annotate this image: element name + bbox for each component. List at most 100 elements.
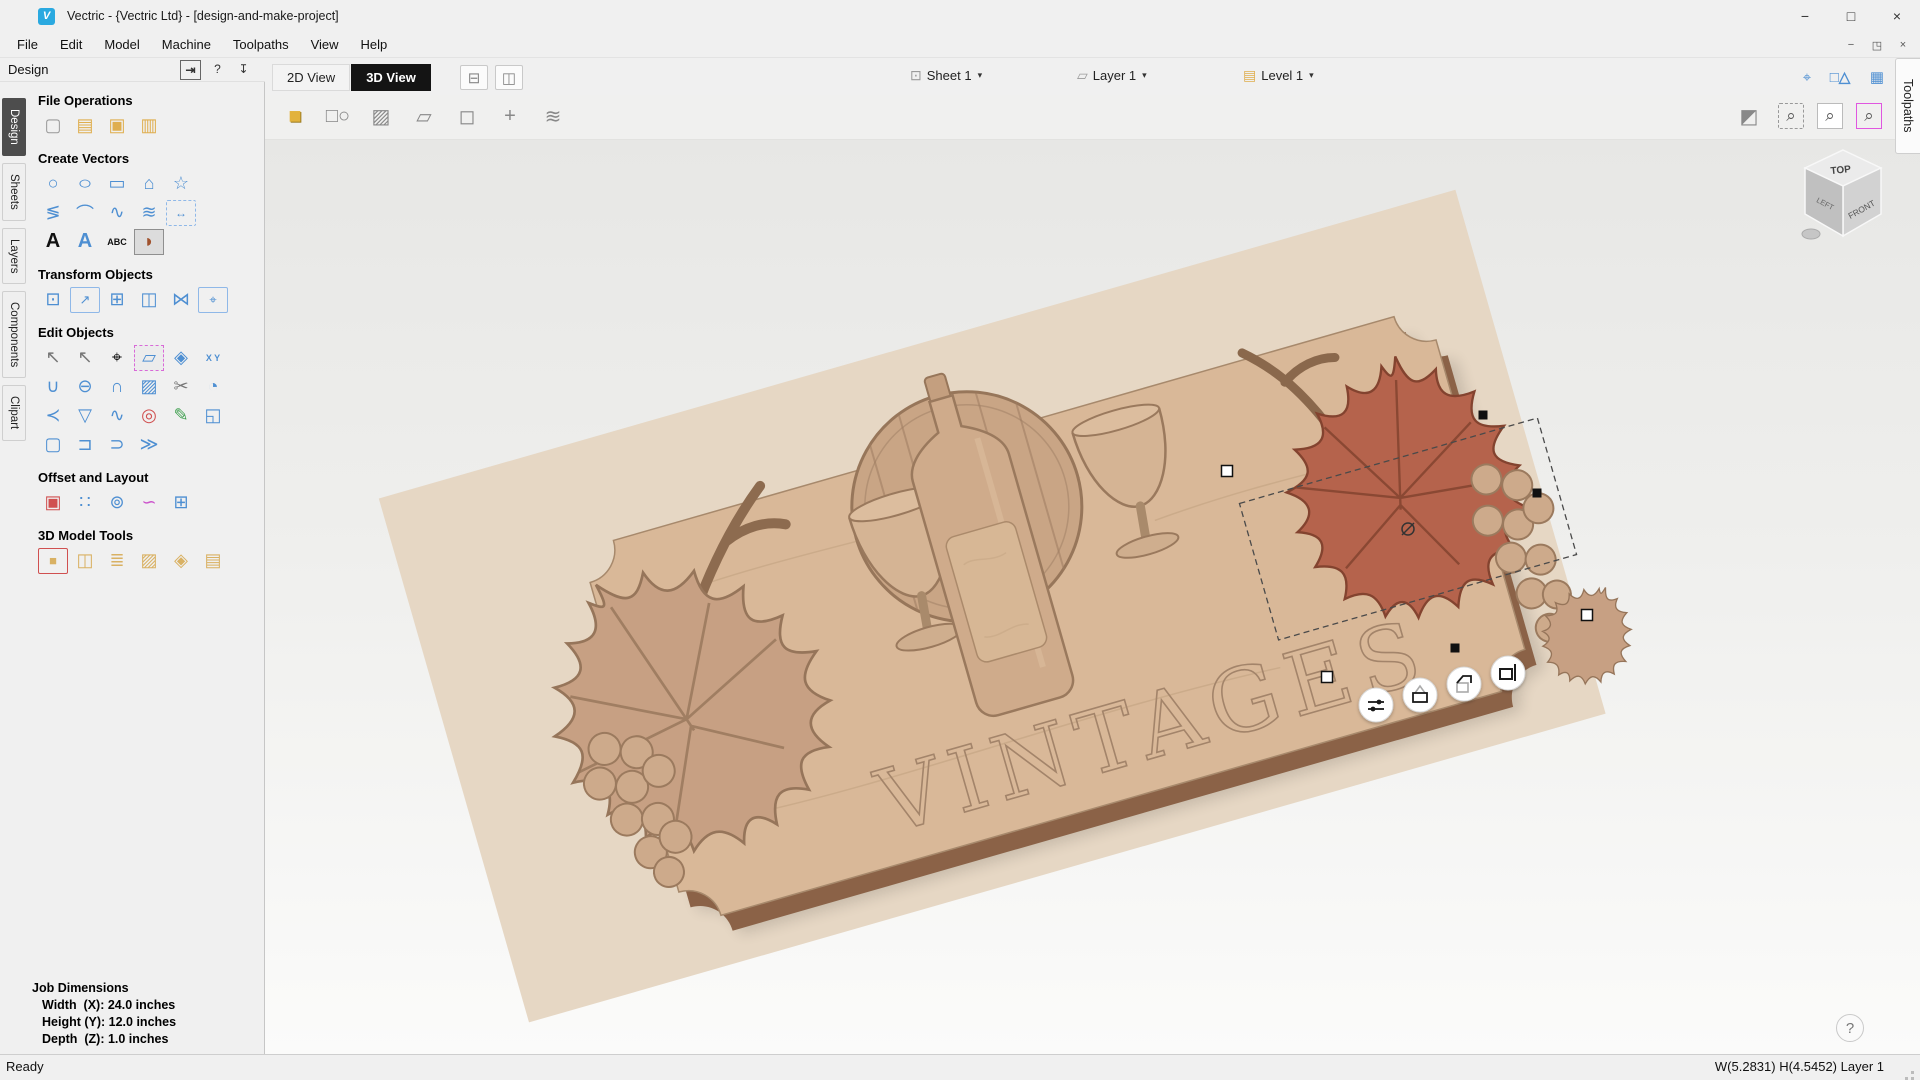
- 3d-viewport[interactable]: VINTAGES: [265, 140, 1920, 1054]
- mirror-icon[interactable]: ◫: [134, 287, 164, 313]
- mdi-restore-icon[interactable]: ◳: [1866, 32, 1888, 58]
- crop-bitmap-icon[interactable]: ◱: [198, 403, 228, 429]
- insert-node-icon[interactable]: ▽: [70, 403, 100, 429]
- menu-machine[interactable]: Machine: [151, 32, 222, 57]
- set-size-icon[interactable]: ↗: [70, 287, 100, 313]
- selection-handle[interactable]: [1451, 644, 1460, 653]
- move-selection-icon[interactable]: ⊡: [38, 287, 68, 313]
- help-button[interactable]: ?: [1836, 1014, 1864, 1042]
- box-select-icon[interactable]: ▱: [134, 345, 164, 371]
- selection-handle[interactable]: [1222, 466, 1233, 477]
- component-properties-button[interactable]: [1359, 688, 1393, 722]
- menu-file[interactable]: File: [6, 32, 49, 57]
- fillet-chevron-icon[interactable]: ≫: [134, 432, 164, 458]
- extract-model-icon[interactable]: ◈: [166, 548, 196, 574]
- toolpaths-tab[interactable]: Toolpaths: [1895, 58, 1920, 154]
- text-on-curve-icon[interactable]: ABC: [102, 229, 132, 255]
- selection-handle[interactable]: [1322, 672, 1333, 683]
- draw-arc-icon[interactable]: ⌒: [70, 200, 100, 226]
- zoom-drawing-icon[interactable]: ⌕: [1817, 103, 1843, 129]
- import-component-icon[interactable]: ▤: [198, 548, 228, 574]
- distort-icon[interactable]: ⋈: [166, 287, 196, 313]
- hatch-fill-icon[interactable]: ▨: [134, 374, 164, 400]
- mdi-minimize-icon[interactable]: −: [1840, 32, 1862, 58]
- menu-view[interactable]: View: [300, 32, 350, 57]
- draw-polyline-icon[interactable]: ≶: [38, 200, 68, 226]
- draw-dimension-icon[interactable]: ↔: [166, 200, 196, 226]
- select-icon[interactable]: ↖: [38, 345, 68, 371]
- tab-components[interactable]: Components: [2, 291, 26, 378]
- weld-vectors-icon[interactable]: ∪: [38, 374, 68, 400]
- tab-sheets[interactable]: Sheets: [2, 163, 26, 221]
- wireframe-box-icon[interactable]: ◻: [451, 100, 483, 132]
- dimension-xy-icon[interactable]: X Y: [198, 345, 228, 371]
- menu-help[interactable]: Help: [350, 32, 399, 57]
- tab-3d-view[interactable]: 3D View: [351, 64, 431, 91]
- trim-scissors-icon[interactable]: ✂: [166, 374, 196, 400]
- fit-curves-icon[interactable]: ∿: [102, 403, 132, 429]
- draw-text-icon[interactable]: A: [38, 229, 68, 255]
- selection-handle[interactable]: [1479, 411, 1488, 420]
- offset-vectors-icon[interactable]: ▣: [38, 490, 68, 516]
- shaded-view-icon[interactable]: ◩: [1733, 100, 1765, 132]
- snap-grid-icon[interactable]: ▦: [1863, 64, 1891, 90]
- fillet-open-icon[interactable]: ⊐: [70, 432, 100, 458]
- draw-polygon-icon[interactable]: ⌂: [134, 171, 164, 197]
- bitmap-visibility-icon[interactable]: ▨: [365, 100, 397, 132]
- open-file-icon[interactable]: ▤: [70, 113, 100, 139]
- array-copy-icon[interactable]: ∷: [70, 490, 100, 516]
- fillet-arc-icon[interactable]: ⊃: [102, 432, 132, 458]
- import-image-icon[interactable]: ▣: [102, 113, 132, 139]
- selection-handle[interactable]: [1582, 610, 1593, 621]
- zoom-box-icon[interactable]: ⌕: [1778, 103, 1804, 129]
- position-size-icon[interactable]: ⌖: [198, 287, 228, 313]
- material-block-icon[interactable]: ■: [279, 100, 311, 132]
- layer-selector[interactable]: ▱Layer 1▾: [1077, 67, 1147, 84]
- join-close-vectors-icon[interactable]: ◔: [198, 374, 228, 400]
- collapse-panel-icon[interactable]: ⇥: [180, 60, 201, 80]
- menu-edit[interactable]: Edit: [49, 32, 93, 57]
- draw-rectangle-icon[interactable]: ▭: [102, 171, 132, 197]
- offset-shape-icon[interactable]: ◎: [134, 403, 164, 429]
- material-surface-icon[interactable]: ▱: [408, 100, 440, 132]
- tab-2d-view[interactable]: 2D View: [272, 64, 350, 91]
- trace-bitmap-icon[interactable]: ◗: [134, 229, 164, 255]
- sheet-selector[interactable]: ⊡Sheet 1▾: [910, 67, 982, 84]
- sharpen-corner-icon[interactable]: ≺: [38, 403, 68, 429]
- draw-ellipse-icon[interactable]: ○: [64, 171, 106, 197]
- origin-axes-icon[interactable]: +: [494, 100, 526, 132]
- snap-geometry-icon[interactable]: ⌖: [1793, 64, 1821, 90]
- panel-help-icon[interactable]: ?: [208, 60, 227, 78]
- shape-height-button[interactable]: [1447, 667, 1481, 701]
- import-vectors-icon[interactable]: ▥: [134, 113, 164, 139]
- measure-icon[interactable]: ◈: [166, 345, 196, 371]
- align-objects-icon[interactable]: ⊞: [102, 287, 132, 313]
- set-height-button[interactable]: [1403, 678, 1437, 712]
- tab-layers[interactable]: Layers: [2, 228, 26, 285]
- split-horizontal-icon[interactable]: ⊟: [460, 65, 488, 90]
- maximize-icon[interactable]: □: [1828, 0, 1874, 32]
- tab-design[interactable]: Design: [2, 98, 26, 156]
- carve-texture-icon[interactable]: ▨: [134, 548, 164, 574]
- minimize-icon[interactable]: −: [1782, 0, 1828, 32]
- vector-visibility-icon[interactable]: □○: [322, 100, 354, 132]
- stacked-model-icon[interactable]: ≣: [102, 548, 132, 574]
- mdi-close-icon[interactable]: ×: [1892, 32, 1914, 58]
- resize-grip-icon[interactable]: [1911, 1071, 1914, 1074]
- node-edit-icon[interactable]: ↖: [70, 345, 100, 371]
- menu-model[interactable]: Model: [93, 32, 150, 57]
- freehand-sketch-icon[interactable]: ≋: [134, 200, 164, 226]
- quick-text-ic[interactable]: A: [70, 229, 100, 255]
- copy-along-curve-icon[interactable]: ∽: [134, 490, 164, 516]
- menu-toolpaths[interactable]: Toolpaths: [222, 32, 300, 57]
- job-setup-icon[interactable]: ▢: [38, 113, 68, 139]
- draw-curve-icon[interactable]: ∿: [102, 200, 132, 226]
- pin-panel-icon[interactable]: ↧: [234, 60, 253, 78]
- nesting-icon[interactable]: ⊞: [166, 490, 196, 516]
- interactive-move-icon[interactable]: ⌖: [102, 345, 132, 371]
- snap-vectors-icon[interactable]: □△: [1826, 64, 1854, 90]
- slice-model-icon[interactable]: ◫: [70, 548, 100, 574]
- 3d-scene[interactable]: VINTAGES: [265, 140, 1920, 1054]
- circular-copy-icon[interactable]: ⊚: [102, 490, 132, 516]
- draw-star-icon[interactable]: ☆: [166, 171, 196, 197]
